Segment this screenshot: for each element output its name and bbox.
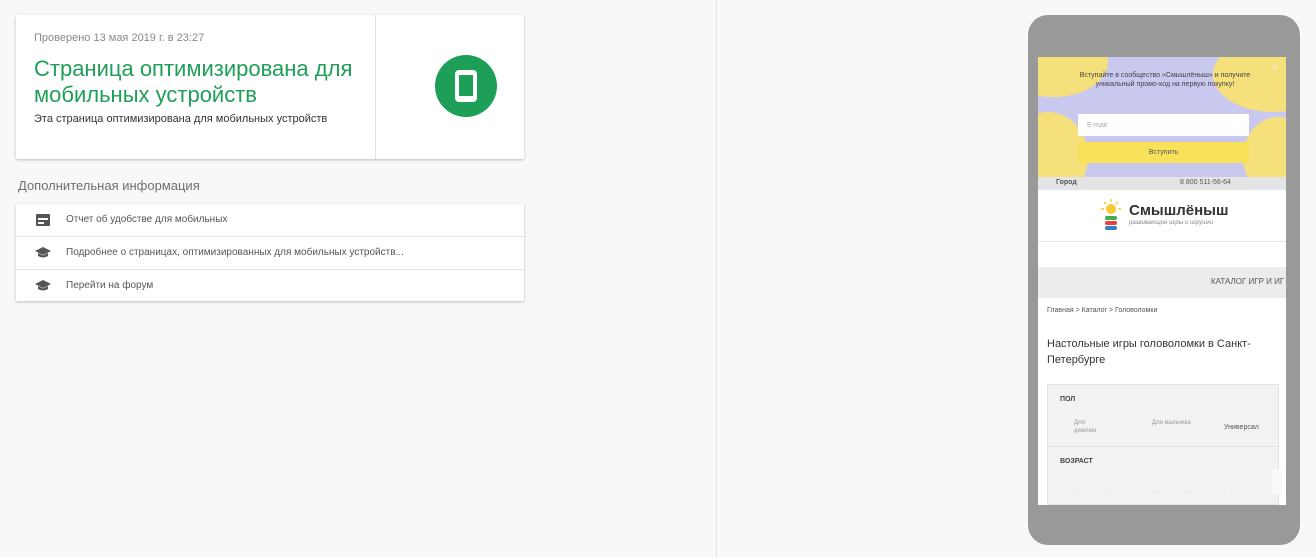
card-divider (375, 15, 376, 159)
logo-name: Смышлёныш (1129, 202, 1229, 219)
list-item-learn-more[interactable]: Подробнее о страницах, оптимизированных … (16, 237, 524, 269)
list-item-usability-report[interactable]: Отчет об удобстве для мобильных (16, 204, 524, 236)
page-heading: Настольные игры головоломки в Санкт-Пете… (1047, 338, 1251, 366)
email-field[interactable] (1078, 114, 1249, 136)
smartphone-icon (455, 70, 477, 102)
phone-number[interactable]: 8 800 511-56-64 (1180, 179, 1231, 186)
catalog-link[interactable]: КАТАЛОГ ИГР И ИГ (1211, 277, 1284, 286)
filter-option[interactable]: Универсал (1224, 424, 1259, 432)
filter-panel: ПОЛ Для девочки Для мальчика Универсал В… (1047, 384, 1282, 505)
additional-info-list: Отчет об удобстве для мобильных Подробне… (16, 204, 524, 301)
result-subtitle: Эта страница оптимизирована для мобильны… (34, 113, 328, 125)
logo-tagline: развивающие игры и игрушки (1129, 220, 1214, 226)
school-cap-icon (35, 247, 51, 258)
page-screenshot[interactable]: Вступайте в сообщество «Смышлёныш» и пол… (1038, 57, 1286, 505)
filter-option[interactable]: ... (1070, 487, 1076, 494)
filter-option[interactable]: ... (1108, 487, 1114, 494)
report-icon (36, 214, 50, 226)
additional-info-title: Дополнительная информация (18, 178, 200, 193)
list-item-label: Перейти на форум (66, 280, 154, 291)
result-summary: Проверено 13 мая 2019 г. в 23:27 Страниц… (16, 15, 375, 159)
logo-mark-icon (1101, 199, 1121, 230)
divider (1038, 241, 1286, 242)
site-logo[interactable]: Смышлёныш развивающие игры и игрушки (1096, 198, 1256, 238)
divider (1048, 446, 1280, 447)
mobile-friendly-badge (435, 55, 497, 117)
breadcrumb[interactable]: Главная > Каталог > Головоломки (1047, 307, 1157, 314)
list-item-forum[interactable]: Перейти на форум (16, 270, 524, 302)
promo-text: Вступайте в сообщество «Смышлёныш» и пол… (1079, 72, 1251, 88)
list-item-label: Подробнее о страницах, оптимизированных … (66, 247, 404, 258)
city-bar: Город 8 800 511-56-64 (1038, 177, 1286, 190)
result-card: Проверено 13 мая 2019 г. в 23:27 Страниц… (16, 15, 524, 159)
promo-popup: Вступайте в сообщество «Смышлёныш» и пол… (1038, 57, 1286, 177)
results-pane: Проверено 13 мая 2019 г. в 23:27 Страниц… (0, 0, 716, 557)
filter-option[interactable]: ... (1221, 487, 1227, 494)
filter-age-title: ВОЗРАСТ (1060, 458, 1093, 465)
filter-scroll-edge (1272, 469, 1282, 495)
checked-date: Проверено 13 мая 2019 г. в 23:27 (34, 32, 205, 44)
catalog-bar[interactable]: КАТАЛОГ ИГР И ИГ (1038, 267, 1286, 298)
result-title: Страница оптимизирована для мобильных ус… (34, 56, 353, 107)
filter-gender-title: ПОЛ (1060, 396, 1076, 403)
city-selector[interactable]: Город (1056, 179, 1077, 186)
list-item-label: Отчет об удобстве для мобильных (66, 214, 228, 225)
filter-option[interactable]: Для девочки (1074, 419, 1108, 435)
filter-option[interactable]: ... (1152, 487, 1158, 494)
close-icon[interactable]: × (1272, 62, 1278, 74)
school-cap-icon (35, 280, 51, 291)
filter-option[interactable]: Для мальчика (1152, 419, 1192, 427)
filter-option[interactable]: ... (1186, 487, 1192, 494)
join-button[interactable]: Вступить (1078, 142, 1249, 163)
